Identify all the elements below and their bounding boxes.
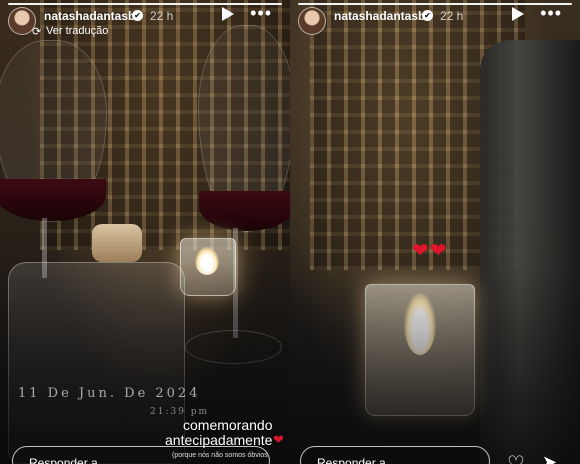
see-translation-link[interactable]: ⟳ Ver tradução [32, 25, 109, 38]
story-header: natashadantasb ✔ 22 h ••• [298, 3, 572, 37]
story-progress-bar [298, 3, 572, 5]
heart-icon: ❤ [412, 240, 430, 262]
story-panel-2[interactable]: ❤❤ natashadantasb ✔ 22 h ••• Responder a… [290, 0, 580, 464]
more-options-icon[interactable]: ••• [250, 3, 272, 24]
like-icon[interactable]: ♡ [507, 451, 525, 464]
avatar[interactable] [298, 7, 326, 35]
reply-input[interactable]: Responder a... [12, 446, 270, 464]
verified-badge-icon: ✔ [132, 10, 143, 21]
reply-placeholder: Responder a... [29, 456, 108, 464]
translate-icon: ⟳ [32, 26, 42, 38]
time-ago: 22 h [440, 9, 464, 23]
send-icon[interactable]: ➤ [542, 452, 557, 464]
more-options-icon[interactable]: ••• [540, 3, 562, 24]
time-overlay: 21:39 pm [150, 407, 210, 417]
hearts-sticker: ❤❤ [412, 238, 448, 263]
time-ago: 22 h [150, 9, 174, 23]
story-panel-1[interactable]: natashadantasb ✔ 22 h ••• ⟳ Ver tradução… [0, 0, 290, 464]
story-progress-bar [8, 3, 282, 5]
verified-badge-icon: ✔ [422, 10, 433, 21]
heart-emoji-icon: ❤ [273, 432, 284, 447]
story-header: natashadantasb ✔ 22 h ••• ⟳ Ver tradução [8, 3, 282, 38]
see-translation-label: Ver tradução [46, 25, 109, 37]
play-icon[interactable] [512, 7, 524, 21]
wine-glass-right [198, 25, 290, 232]
reply-input[interactable]: Responder a... [300, 446, 490, 464]
heart-icon: ❤ [429, 240, 448, 262]
caption-line-1: comemorando [183, 417, 273, 433]
username[interactable]: natashadantasb [334, 9, 425, 23]
reply-placeholder: Responder a... [317, 456, 396, 464]
play-icon[interactable] [222, 7, 234, 21]
date-overlay: 11 De Jun. De 2024 [18, 386, 201, 401]
wine-glass-left [0, 40, 107, 222]
bread-piece [92, 224, 142, 262]
username[interactable]: natashadantasb [44, 9, 135, 23]
